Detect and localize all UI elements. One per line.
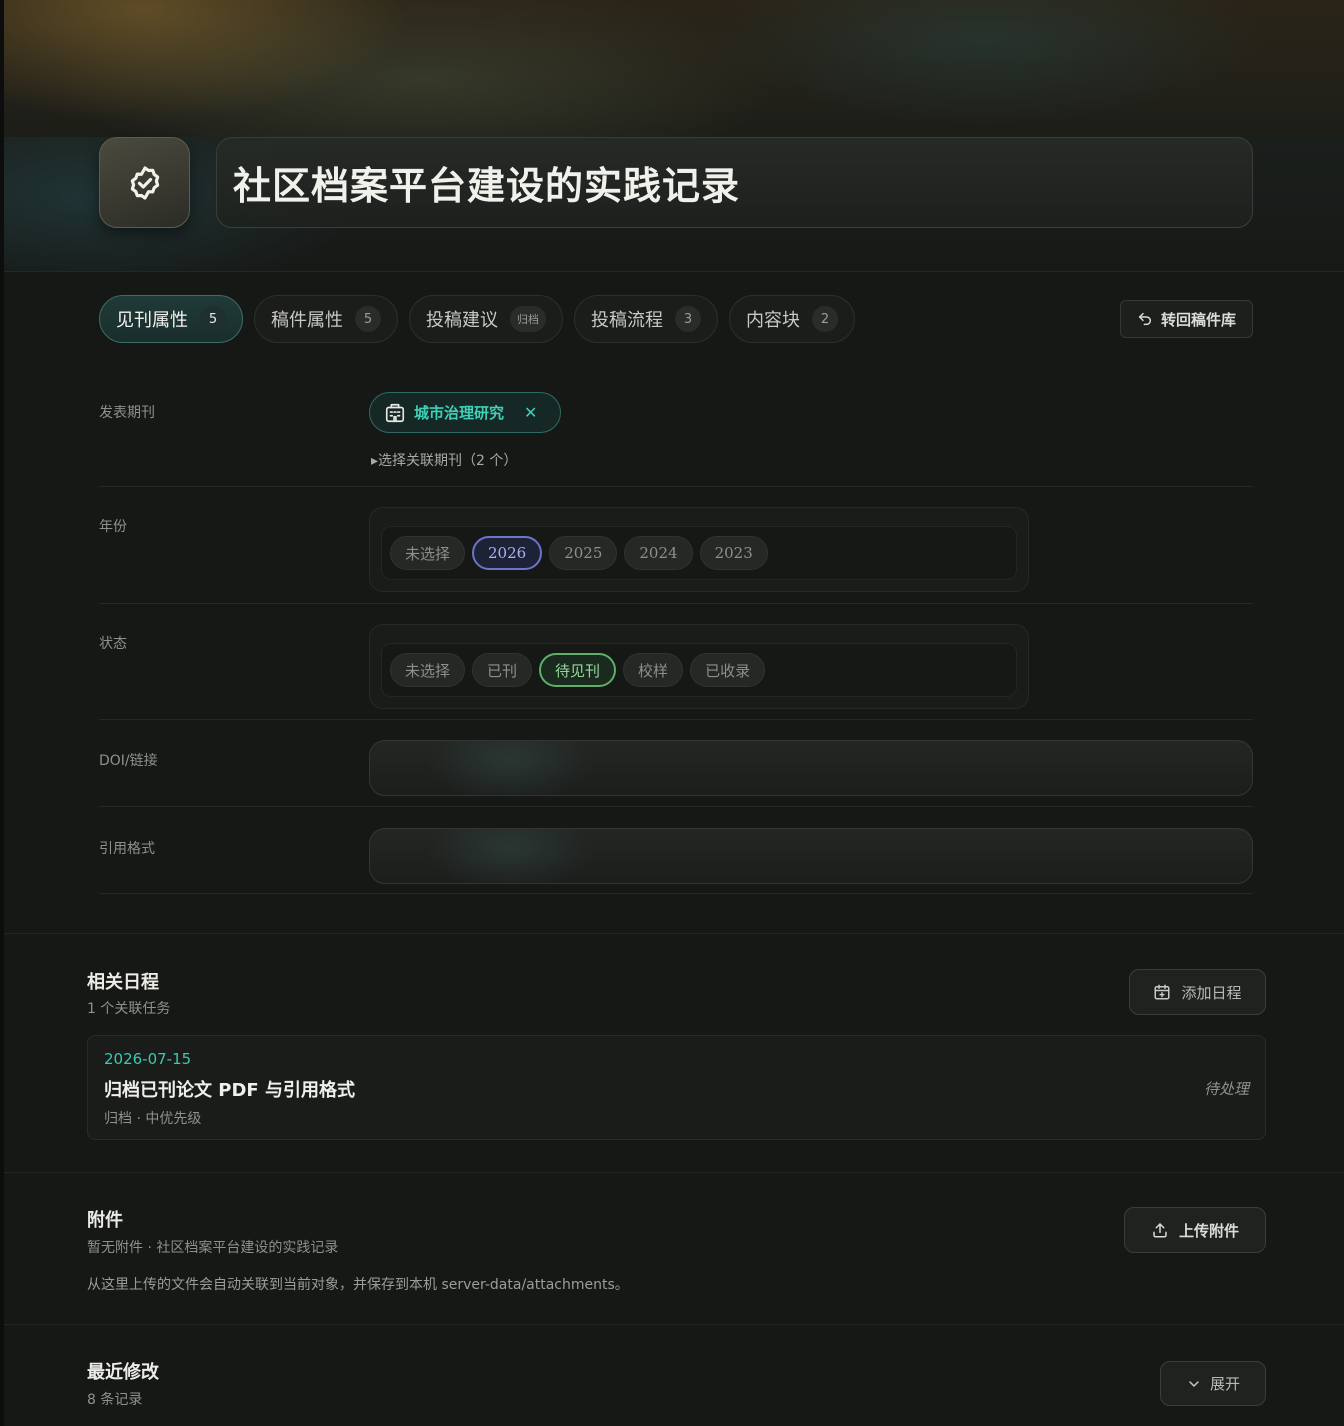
expand-label: 展开	[1209, 1375, 1240, 1393]
year-options: 未选择 2026 2025 2024 2023	[381, 526, 1017, 580]
attachments-subtitle: 暂无附件 · 社区档案平台建设的实践记录	[87, 1240, 339, 1256]
citation-label: 引用格式	[99, 841, 155, 857]
check-badge-icon	[130, 165, 159, 200]
tab-content-blocks[interactable]: 内容块 2	[729, 295, 855, 343]
section-divider	[4, 1172, 1344, 1173]
attachments-note: 从这里上传的文件会自动关联到当前对象，并保存到本机 server-data/at…	[87, 1277, 629, 1293]
tab-count-badge: 2	[812, 306, 838, 332]
upload-attachment-label: 上传附件	[1178, 1221, 1239, 1240]
select-related-journals-toggle[interactable]: ▸选择关联期刊（2 个）	[371, 450, 517, 470]
year-option-2024[interactable]: 2024	[624, 536, 693, 570]
back-to-manuscripts-button[interactable]: 转回稿件库	[1120, 300, 1253, 338]
year-option-2026[interactable]: 2026	[472, 536, 543, 570]
header-divider	[4, 271, 1344, 272]
tab-bar: 见刊属性 5 稿件属性 5 投稿建议 归档 投稿流程 3 内容块 2	[99, 295, 855, 343]
tab-count-badge: 5	[355, 306, 381, 332]
tab-status-badge: 归档	[510, 306, 546, 332]
year-option-2023[interactable]: 2023	[699, 536, 768, 570]
row-divider	[99, 806, 1253, 807]
row-divider	[99, 719, 1253, 720]
year-selector: 未选择 2026 2025 2024 2023	[369, 507, 1029, 592]
tab-submission-process[interactable]: 投稿流程 3	[574, 295, 718, 343]
status-option-none[interactable]: 未选择	[390, 653, 466, 687]
status-selector: 未选择 已刊 待见刊 校样 已收录	[369, 624, 1029, 709]
tab-label: 投稿流程	[591, 310, 663, 331]
journal-chip-label: 城市治理研究	[414, 404, 505, 422]
status-option-indexed[interactable]: 已收录	[690, 653, 766, 687]
task-status: 待处理	[1203, 1080, 1249, 1098]
remove-journal-icon[interactable]: ✕	[524, 403, 537, 422]
tab-publication-properties[interactable]: 见刊属性 5	[99, 295, 243, 343]
attachments-title: 附件	[87, 1210, 123, 1231]
tab-label: 投稿建议	[426, 310, 498, 331]
back-button-label: 转回稿件库	[1160, 310, 1236, 329]
year-option-none[interactable]: 未选择	[390, 536, 466, 570]
upload-attachment-button[interactable]: 上传附件	[1124, 1207, 1266, 1253]
chevron-down-icon	[1189, 1380, 1199, 1387]
journal-label: 发表期刊	[99, 405, 155, 421]
building-icon	[385, 403, 405, 422]
task-card[interactable]: 2026-07-15 归档已刊论文 PDF 与引用格式 归档 · 中优先级 待处…	[87, 1035, 1266, 1140]
recent-changes-title: 最近修改	[87, 1362, 159, 1383]
expand-button[interactable]: 展开	[1160, 1361, 1266, 1406]
cover-banner	[4, 0, 1344, 137]
status-option-published[interactable]: 已刊	[472, 653, 533, 687]
status-label: 状态	[99, 636, 127, 652]
object-avatar[interactable]	[99, 137, 190, 228]
calendar-plus-icon	[1154, 984, 1170, 1000]
add-schedule-label: 添加日程	[1181, 983, 1242, 1002]
schedule-subtitle: 1 个关联任务	[87, 1001, 171, 1017]
add-schedule-button[interactable]: 添加日程	[1129, 969, 1266, 1015]
status-options: 未选择 已刊 待见刊 校样 已收录	[381, 643, 1017, 697]
tab-count-badge: 3	[675, 306, 701, 332]
section-divider	[4, 933, 1344, 934]
tab-label: 内容块	[746, 310, 800, 331]
page: 社区档案平台建设的实践记录 见刊属性 5 稿件属性 5 投稿建议 归档 投稿流程…	[4, 0, 1344, 1426]
tab-manuscript-properties[interactable]: 稿件属性 5	[254, 295, 398, 343]
recent-changes-subtitle: 8 条记录	[87, 1392, 143, 1408]
undo-arrow-icon	[1138, 312, 1152, 326]
tab-label: 稿件属性	[271, 310, 343, 331]
citation-input[interactable]	[369, 828, 1253, 884]
doi-label: DOI/链接	[99, 753, 158, 769]
upload-icon	[1153, 1223, 1167, 1238]
row-divider	[99, 603, 1253, 604]
doi-input[interactable]	[369, 740, 1253, 796]
section-divider	[4, 1324, 1344, 1325]
row-divider	[99, 486, 1253, 487]
task-title: 归档已刊论文 PDF 与引用格式	[104, 1080, 355, 1101]
schedule-title: 相关日程	[87, 972, 159, 993]
year-option-2025[interactable]: 2025	[549, 536, 618, 570]
status-option-pending[interactable]: 待见刊	[539, 653, 617, 687]
task-meta: 归档 · 中优先级	[104, 1111, 202, 1127]
title-field[interactable]: 社区档案平台建设的实践记录	[216, 137, 1253, 228]
journal-chip[interactable]: 城市治理研究 ✕	[369, 392, 561, 433]
tab-submission-advice[interactable]: 投稿建议 归档	[409, 295, 563, 343]
tab-count-badge: 5	[200, 306, 226, 332]
task-date: 2026-07-15	[104, 1050, 192, 1068]
status-option-proof[interactable]: 校样	[623, 653, 684, 687]
tab-label: 见刊属性	[116, 310, 188, 331]
row-divider	[99, 893, 1253, 894]
page-title: 社区档案平台建设的实践记录	[233, 164, 741, 208]
year-label: 年份	[99, 519, 127, 535]
